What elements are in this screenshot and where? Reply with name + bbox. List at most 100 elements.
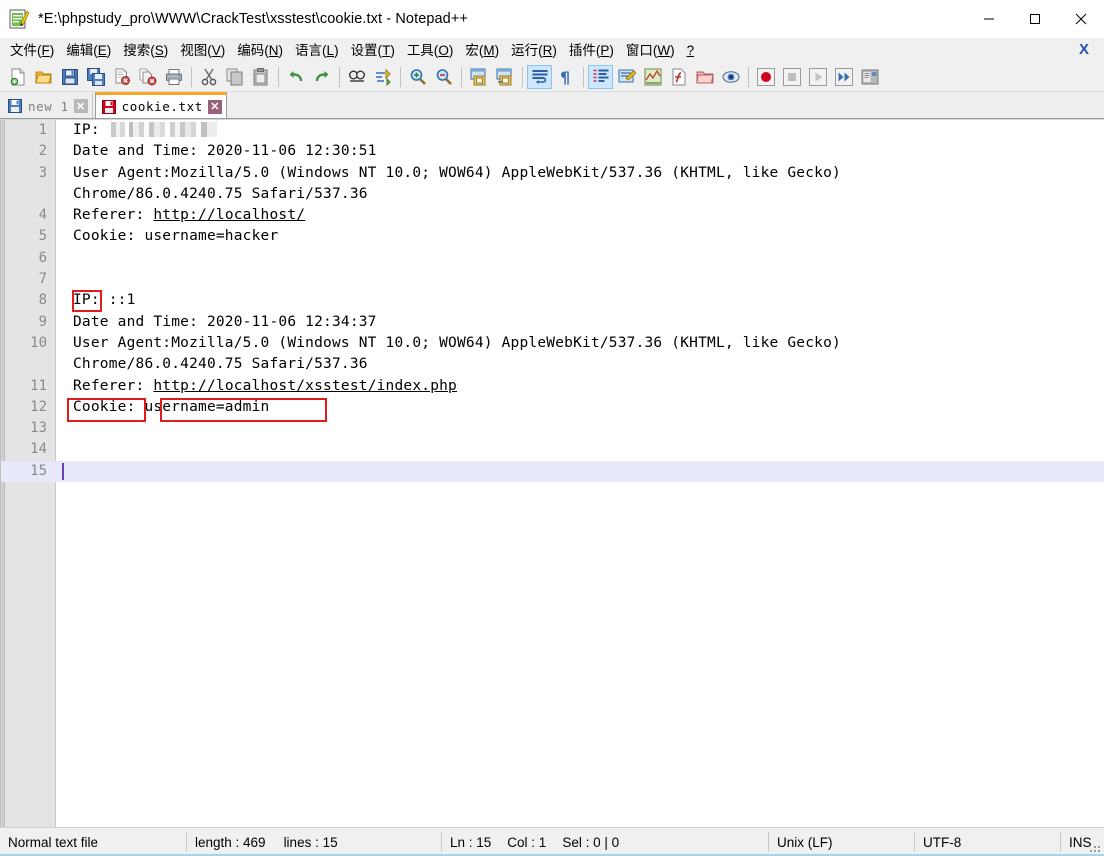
code-line[interactable]: 15	[1, 460, 1104, 483]
line-number: 4	[38, 207, 47, 224]
function-list-button[interactable]	[666, 65, 691, 89]
minimize-button[interactable]	[966, 0, 1012, 38]
code-line[interactable]: 13	[1, 418, 1104, 439]
menu-item-3[interactable]: 搜索(S)	[117, 39, 174, 62]
menu-item-1[interactable]: 文件(F)	[4, 39, 60, 62]
menu-item-label: ?	[686, 43, 695, 58]
menu-item-5[interactable]: 编码(N)	[231, 39, 289, 62]
code-line[interactable]: 11 Referer: http://localhost/xsstest/inde…	[1, 376, 1104, 397]
playback-macro-button[interactable]	[805, 65, 830, 89]
status-eol[interactable]: Unix (LF)	[769, 828, 914, 856]
editor-area[interactable]: 1 IP: 2 Date and Time: 2020-11-06 12:30:51…	[0, 119, 1104, 827]
copy-button[interactable]	[222, 65, 247, 89]
run-macro-multiple-button[interactable]	[831, 65, 856, 89]
line-text: Referer: http://localhost/	[56, 205, 305, 226]
tab-close-icon[interactable]: ✕	[73, 99, 88, 113]
close-document-button[interactable]: X	[1074, 40, 1094, 59]
tab-close-icon[interactable]: ✕	[207, 99, 222, 114]
new-file-button[interactable]	[5, 65, 30, 89]
save-all-button[interactable]	[83, 65, 108, 89]
menu-item-4[interactable]: 视图(V)	[174, 39, 231, 62]
code-content[interactable]: 1 IP: 2 Date and Time: 2020-11-06 12:30:51…	[1, 120, 1104, 827]
status-encoding[interactable]: UTF-8	[915, 828, 1060, 856]
open-file-button[interactable]	[31, 65, 56, 89]
redo-button[interactable]	[309, 65, 334, 89]
line-number: 8	[38, 292, 47, 309]
menu-item-10[interactable]: 运行(R)	[505, 39, 563, 62]
code-line[interactable]: 4 Referer: http://localhost/	[1, 205, 1104, 226]
resize-grip-icon[interactable]	[1090, 842, 1102, 854]
word-wrap-button[interactable]	[527, 65, 552, 89]
menu-item-6[interactable]: 语言(L)	[289, 39, 345, 62]
status-col: Col : 1	[507, 834, 547, 850]
show-all-characters-button[interactable]: ¶	[553, 65, 578, 89]
cut-icon	[200, 68, 218, 86]
code-line[interactable]: 12 Cookie: username=admin	[1, 397, 1104, 418]
menu-item-11[interactable]: 插件(P)	[563, 39, 620, 62]
folder-as-workspace-button[interactable]	[692, 65, 717, 89]
sync-vertical-scroll-icon	[470, 68, 488, 86]
maximize-button[interactable]	[1012, 0, 1058, 38]
user-defined-language-button[interactable]	[614, 65, 639, 89]
code-line[interactable]: 9 Date and Time: 2020-11-06 12:34:37	[1, 312, 1104, 333]
status-sel: Sel : 0 | 0	[562, 834, 620, 850]
svg-text:¶: ¶	[560, 68, 570, 86]
unsaved-save-icon	[101, 99, 116, 114]
document-map-icon	[644, 68, 662, 86]
text-segment: Date and Time: 2020-11-06 12:34:37	[73, 313, 377, 330]
code-line[interactable]: 3 User Agent:Mozilla/5.0 (Windows NT 10.0…	[1, 163, 1104, 184]
save-button[interactable]	[57, 65, 82, 89]
zoom-out-button[interactable]	[431, 65, 456, 89]
sync-vertical-scroll-button[interactable]	[466, 65, 491, 89]
code-line[interactable]: 1 IP:	[1, 120, 1104, 141]
find-button[interactable]	[344, 65, 369, 89]
run-button[interactable]	[857, 65, 882, 89]
code-line[interactable]: 10 User Agent:Mozilla/5.0 (Windows NT 10.…	[1, 333, 1104, 354]
record-macro-button[interactable]	[753, 65, 778, 89]
status-insert-mode[interactable]: INS	[1061, 828, 1092, 856]
line-number: 5	[38, 228, 47, 245]
code-line[interactable]: 14	[1, 439, 1104, 460]
zoom-in-button[interactable]	[405, 65, 430, 89]
url-link[interactable]: http://localhost/	[153, 207, 305, 223]
line-number: 10	[30, 334, 47, 351]
code-line[interactable]: 6	[1, 248, 1104, 269]
menu-item-paren: )	[390, 43, 395, 58]
code-line[interactable]: 5 Cookie: username=hacker	[1, 226, 1104, 247]
menu-item-8[interactable]: 工具(O)	[401, 39, 460, 62]
close-all-files-button[interactable]	[135, 65, 160, 89]
user-defined-language-icon	[618, 68, 636, 86]
document-map-button[interactable]	[640, 65, 665, 89]
monitoring-button[interactable]	[718, 65, 743, 89]
indent-guide-icon	[592, 68, 610, 86]
menu-item-12[interactable]: 窗口(W)	[620, 39, 681, 62]
cut-button[interactable]	[196, 65, 221, 89]
tab-cookie-txt[interactable]: cookie.txt ✕	[94, 92, 227, 118]
code-line[interactable]: 2 Date and Time: 2020-11-06 12:30:51	[1, 141, 1104, 162]
tab-new-1[interactable]: new 1 ✕	[2, 94, 93, 118]
code-line[interactable]: 7	[1, 269, 1104, 290]
paste-button[interactable]	[248, 65, 273, 89]
code-line[interactable]: Chrome/86.0.4240.75 Safari/537.36	[1, 184, 1104, 205]
indent-guide-button[interactable]	[588, 65, 613, 89]
undo-button[interactable]	[283, 65, 308, 89]
new-file-icon	[9, 68, 27, 86]
code-line[interactable]: 8 IP: ::1	[1, 290, 1104, 311]
status-length: length : 469	[195, 834, 266, 850]
url-link[interactable]: http://localhost/xsstest/index.php	[153, 378, 457, 394]
menu-item-mnemonic: S	[154, 43, 164, 58]
menu-item-7[interactable]: 设置(T)	[345, 39, 401, 62]
print-button[interactable]	[161, 65, 186, 89]
menu-item-13[interactable]: ?	[681, 39, 701, 62]
replace-button[interactable]	[370, 65, 395, 89]
stop-recording-macro-button[interactable]	[779, 65, 804, 89]
close-file-button[interactable]	[109, 65, 134, 89]
menu-item-9[interactable]: 宏(M)	[459, 39, 505, 62]
redacted-ip-address	[110, 122, 217, 137]
code-line[interactable]: Chrome/86.0.4240.75 Safari/537.36	[1, 354, 1104, 375]
line-number: 14	[30, 441, 47, 458]
close-window-button[interactable]	[1058, 0, 1104, 38]
menu-item-2[interactable]: 编辑(E)	[60, 39, 117, 62]
tab-label: new 1	[28, 98, 69, 114]
sync-horizontal-scroll-button[interactable]	[492, 65, 517, 89]
